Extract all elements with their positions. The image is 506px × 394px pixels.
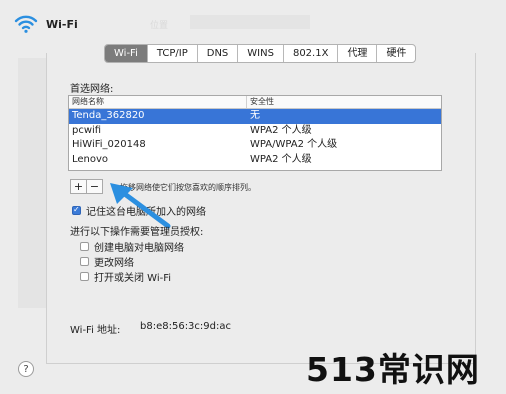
background-location-popup	[190, 15, 310, 29]
toggle-wifi-checkbox[interactable]: 打开或关闭 Wi-Fi	[80, 269, 171, 284]
add-network-button[interactable]: +	[71, 180, 87, 193]
background-location-label: 位置	[150, 21, 169, 31]
network-name: Lenovo	[72, 153, 109, 165]
wifi-address-label: Wi-Fi 地址:	[70, 325, 121, 336]
tab-wifi[interactable]: Wi-Fi	[105, 45, 148, 62]
change-network-label: 更改网络	[94, 258, 134, 269]
network-name: pcwifi	[72, 124, 102, 136]
table-header: 网络名称 安全性	[69, 96, 441, 109]
checkbox-icon[interactable]	[80, 272, 89, 281]
tab-hardware[interactable]: 硬件	[377, 45, 415, 62]
network-name: Tenda_362820	[72, 110, 145, 121]
network-security: 无	[250, 110, 260, 121]
wifi-address-value: b8:e8:56:3c:9d:ac	[140, 321, 231, 332]
table-row[interactable]: Lenovo WPA2 个人级	[69, 153, 441, 168]
add-remove-buttons: + −	[70, 179, 103, 194]
window-title: Wi-Fi	[46, 17, 78, 31]
tab-tcpip[interactable]: TCP/IP	[148, 45, 198, 62]
create-adhoc-label: 创建电脑对电脑网络	[94, 243, 184, 254]
settings-tabs: Wi-Fi TCP/IP DNS WINS 802.1X 代理 硬件	[104, 44, 417, 63]
tab-proxy[interactable]: 代理	[338, 45, 378, 62]
watermark-text: 513常识网	[306, 350, 480, 389]
checkbox-icon[interactable]	[80, 242, 89, 251]
toggle-wifi-label: 打开或关闭 Wi-Fi	[94, 273, 172, 284]
network-security: WPA/WPA2 个人级	[250, 139, 338, 150]
table-row[interactable]: HiWiFi_020148 WPA/WPA2 个人级	[69, 138, 441, 153]
admin-auth-title: 进行以下操作需要管理员授权:	[70, 227, 204, 238]
window-header: Wi-Fi	[14, 12, 78, 36]
tab-8021x[interactable]: 802.1X	[284, 45, 339, 62]
column-header-security[interactable]: 安全性	[247, 96, 441, 108]
tab-dns[interactable]: DNS	[198, 45, 239, 62]
change-network-checkbox[interactable]: 更改网络	[80, 254, 134, 269]
wifi-icon	[14, 15, 38, 33]
network-security: WPA2 个人级	[250, 124, 312, 136]
help-button[interactable]: ?	[18, 361, 34, 377]
network-name: HiWiFi_020148	[72, 139, 146, 150]
checkbox-icon[interactable]	[80, 257, 89, 266]
table-row[interactable]: Tenda_362820 无	[69, 109, 441, 124]
preferred-networks-table: 网络名称 安全性 Tenda_362820 无 pcwifi WPA2 个人级 …	[68, 95, 442, 171]
table-row[interactable]: pcwifi WPA2 个人级	[69, 124, 441, 139]
column-header-name[interactable]: 网络名称	[69, 96, 247, 108]
checkbox-checked-icon[interactable]	[72, 205, 81, 215]
preferred-networks-title: 首选网络:	[70, 84, 114, 95]
network-security: WPA2 个人级	[250, 153, 312, 165]
create-adhoc-checkbox[interactable]: 创建电脑对电脑网络	[80, 239, 184, 254]
tab-wins[interactable]: WINS	[238, 45, 284, 62]
